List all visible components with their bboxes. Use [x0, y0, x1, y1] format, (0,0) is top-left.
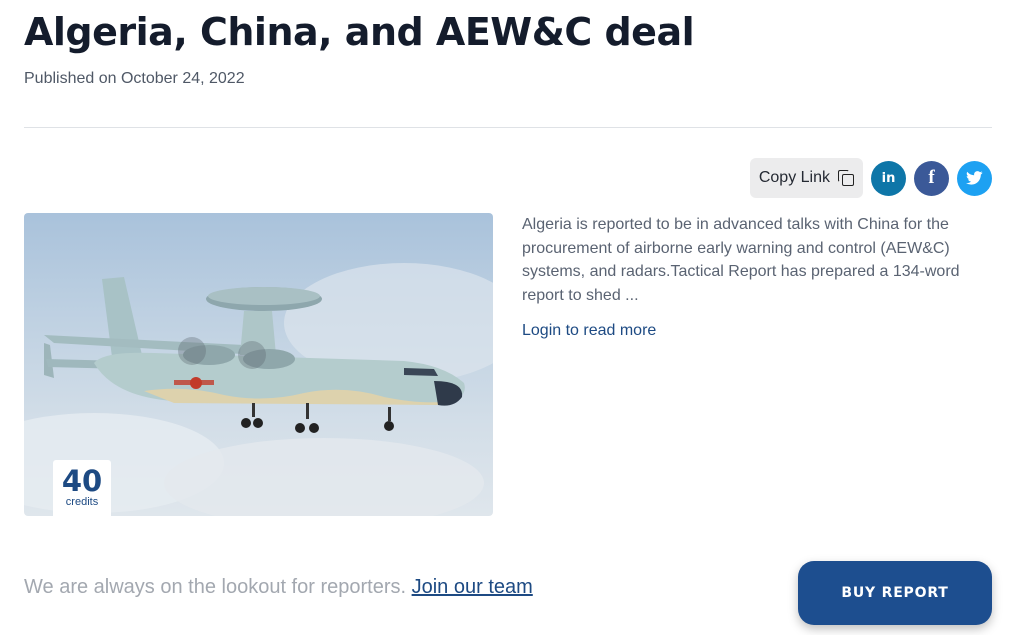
- copy-icon: [838, 170, 854, 186]
- buy-report-button[interactable]: BUY REPORT: [798, 561, 992, 625]
- copy-link-button[interactable]: Copy Link: [749, 158, 863, 198]
- join-our-team-link[interactable]: Join our team: [412, 576, 533, 598]
- article-excerpt: Algeria is reported to be in advanced ta…: [522, 216, 960, 304]
- twitter-share-button[interactable]: [957, 160, 992, 196]
- recruitment-banner: We are always on the lookout for reporte…: [24, 576, 533, 599]
- credits-badge: 40 credits: [53, 460, 111, 516]
- published-date: Published on October 24, 2022: [24, 70, 245, 87]
- copy-link-label: Copy Link: [758, 169, 830, 186]
- facebook-icon: f: [928, 167, 935, 188]
- facebook-share-button[interactable]: f: [914, 160, 949, 196]
- recruitment-text: We are always on the lookout for reporte…: [24, 576, 412, 598]
- credits-value: 40: [61, 464, 103, 498]
- twitter-icon: [966, 171, 983, 185]
- divider: [24, 127, 992, 128]
- share-bar: Copy Link in f: [749, 158, 992, 198]
- linkedin-share-button[interactable]: in: [871, 160, 906, 196]
- linkedin-icon: in: [881, 170, 896, 186]
- login-to-read-more-link[interactable]: Login to read more: [522, 322, 656, 340]
- article-image: 40 credits: [24, 213, 493, 516]
- page-title: Algeria, China, and AEW&C deal: [24, 10, 695, 54]
